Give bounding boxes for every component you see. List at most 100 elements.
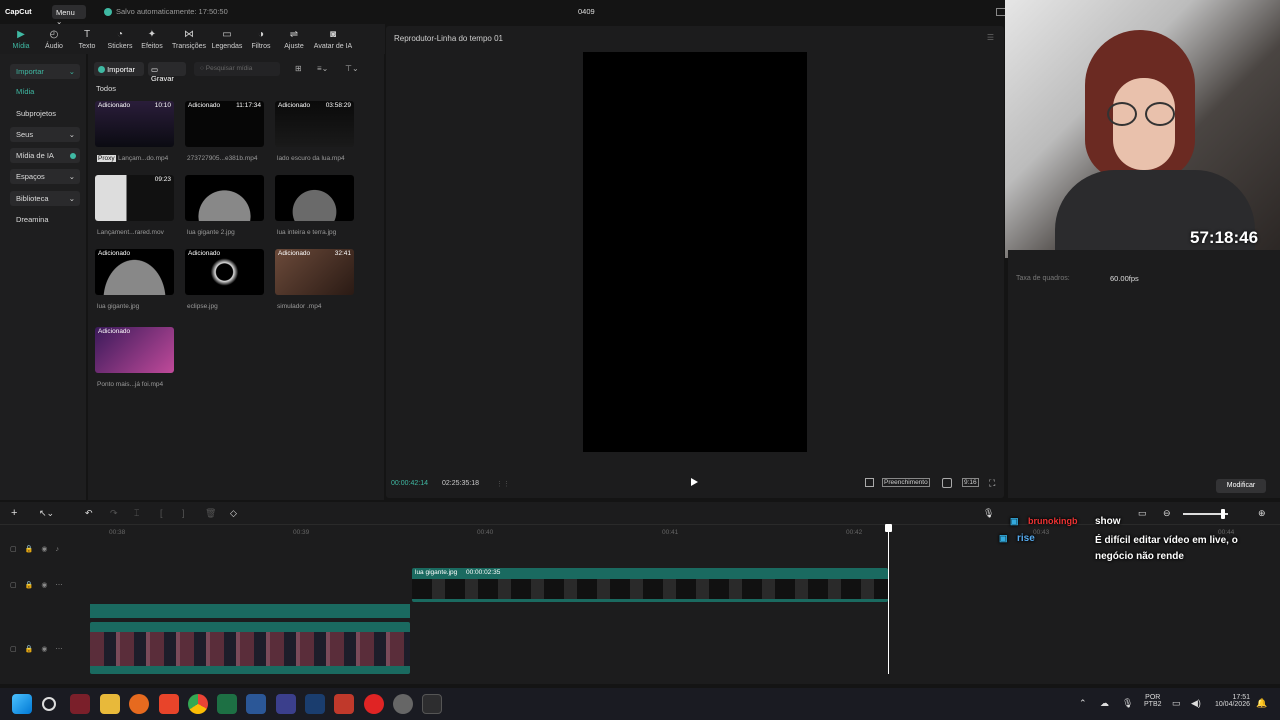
- media-thumbnail[interactable]: Adicionado 03:58:29: [275, 101, 354, 147]
- project-name[interactable]: 0409: [578, 7, 595, 16]
- record-button[interactable]: ▭ Gravar: [148, 62, 186, 83]
- chrome-icon[interactable]: [188, 694, 208, 714]
- play-icon[interactable]: [691, 478, 698, 486]
- toolbar-avatar-button[interactable]: ◙ Avatar de IA: [311, 24, 355, 54]
- tray-chevron-icon[interactable]: ⌃: [1079, 698, 1087, 709]
- filter-icon[interactable]: ⊤⌄: [345, 64, 359, 73]
- menu-icon[interactable]: ☰: [987, 33, 994, 42]
- split-right-icon[interactable]: ]: [182, 508, 185, 518]
- split-left-icon[interactable]: [: [160, 508, 163, 518]
- record-label: Gravar: [151, 74, 174, 83]
- properties-panel: Taxa de quadros: 60.00fps Modificar: [1008, 250, 1280, 498]
- clock-date: 10/04/2026: [1214, 701, 1250, 708]
- sidebar-item-0[interactable]: Importar ⌄: [10, 64, 80, 79]
- microphone-icon[interactable]: 🎙: [983, 508, 994, 519]
- firefox-icon[interactable]: [129, 694, 149, 714]
- chat-message-2: É difícil editar vídeo em live, o negóci…: [1095, 535, 1238, 562]
- select-tool-icon[interactable]: ↖⌄: [39, 508, 54, 519]
- zoom-out-icon[interactable]: ⊖: [1163, 508, 1171, 519]
- undo-icon[interactable]: ↶: [85, 508, 93, 519]
- clock[interactable]: 17:51 10/04/2026: [1210, 694, 1250, 708]
- playhead[interactable]: [888, 528, 889, 674]
- sidebar-item-3[interactable]: Seus ⌄: [10, 127, 80, 142]
- timeline-panel: + ↖⌄ ↶ ↷ ⌶ [ ] 🗑 ◇ 🎙 ▭ ⊖ ⊕ ▢🔒◉♪ ▢🔒◉⋯ ▢🔒◉…: [0, 502, 1280, 684]
- chat-user-2: rise: [1017, 533, 1035, 544]
- delete-icon[interactable]: 🗑: [205, 508, 216, 519]
- excel-icon[interactable]: [217, 694, 237, 714]
- media-search-input[interactable]: ○ Pesquisar mídia: [194, 62, 280, 76]
- volume-icon[interactable]: ◀): [1191, 698, 1201, 709]
- media-thumbnail[interactable]: Adicionado 32:41: [275, 249, 354, 295]
- windows-start-icon[interactable]: [12, 694, 32, 714]
- mic-tray-icon[interactable]: 🎙: [1122, 698, 1133, 709]
- app-icon-5[interactable]: [364, 694, 384, 714]
- network-icon[interactable]: ▭: [1172, 698, 1181, 709]
- grid-view-icon[interactable]: ⊞: [295, 64, 302, 73]
- timeline-clip-main[interactable]: [90, 622, 410, 674]
- timeline-clip-image[interactable]: lua gigante.jpg 00:00:02:35: [412, 568, 888, 602]
- media-thumbnail[interactable]: [185, 175, 264, 221]
- language-code: POR: [1145, 694, 1161, 701]
- sidebar-item-2[interactable]: Subprojetos: [10, 106, 80, 121]
- capcut-taskbar-icon[interactable]: [422, 694, 442, 714]
- marker-icon[interactable]: ◇: [230, 508, 237, 519]
- input-language[interactable]: POR PTB2: [1144, 694, 1162, 708]
- camera-icon: ▭: [151, 65, 159, 74]
- notification-bell-icon[interactable]: 🔔: [1256, 698, 1267, 709]
- sidebar-item-1[interactable]: Mídia: [10, 84, 80, 99]
- track-header-1: ▢🔒◉♪: [10, 546, 67, 553]
- playhead-handle[interactable]: [885, 524, 892, 532]
- media-thumbnail[interactable]: Adicionado 11:17:34: [185, 101, 264, 147]
- redo-icon[interactable]: ↷: [110, 508, 118, 519]
- media-filename: Lançam...do.mp4: [118, 155, 169, 162]
- app-icon-3[interactable]: [305, 694, 325, 714]
- media-status: Adicionado: [278, 102, 311, 109]
- zoom-in-icon[interactable]: ⊕: [1258, 508, 1266, 519]
- video-canvas[interactable]: [583, 52, 807, 452]
- media-thumbnail[interactable]: Adicionado: [95, 249, 174, 295]
- sidebar-item-6[interactable]: Biblioteca ⌄: [10, 191, 80, 206]
- media-thumbnail[interactable]: Adicionado: [95, 327, 174, 373]
- file-explorer-icon[interactable]: [100, 694, 120, 714]
- timecode-toggle-icon[interactable]: ⋮⋮: [496, 480, 510, 488]
- sort-icon[interactable]: ≡⌄: [317, 64, 328, 73]
- modify-button[interactable]: Modificar: [1216, 479, 1266, 493]
- search-icon[interactable]: [42, 697, 56, 711]
- preview-icon[interactable]: ▭: [1138, 508, 1147, 519]
- media-duration: 09:23: [154, 176, 171, 183]
- media-status: Adicionado: [98, 328, 131, 335]
- app-icon-4[interactable]: [334, 694, 354, 714]
- media-thumbnail[interactable]: [275, 175, 354, 221]
- timeline-clip-audio[interactable]: [90, 604, 410, 618]
- cloud-icon[interactable]: ☁: [1100, 698, 1109, 709]
- crop-icon[interactable]: [865, 478, 874, 487]
- add-track-icon[interactable]: +: [11, 507, 17, 519]
- import-button[interactable]: Importar: [94, 62, 144, 76]
- toolbar-label: Avatar de IA: [313, 42, 353, 50]
- split-icon[interactable]: ⌶: [134, 508, 139, 519]
- obs-icon[interactable]: [393, 694, 413, 714]
- menu-button[interactable]: Menu ⌄: [52, 5, 86, 26]
- focus-icon[interactable]: [942, 478, 952, 488]
- aspect-ratio-button[interactable]: 9:16: [962, 478, 979, 487]
- word-icon[interactable]: [246, 694, 266, 714]
- sidebar-item-5[interactable]: Espaços ⌄: [10, 169, 80, 184]
- media-filename: lua inteira e terra.jpg: [277, 229, 337, 236]
- track-header-2: ▢🔒◉⋯: [10, 582, 71, 589]
- section-label: Todos: [96, 84, 117, 93]
- toolbar-label: Legendas: [211, 42, 243, 50]
- app-icon-1[interactable]: [70, 694, 90, 714]
- sidebar-item-4[interactable]: Mídia de IA: [10, 148, 80, 163]
- media-filename: simulador .mp4: [277, 303, 322, 310]
- sidebar-item-7[interactable]: Dreamina: [10, 212, 80, 227]
- autosave-status: Salvo automaticamente: 17:50:50: [116, 7, 228, 16]
- fill-mode-button[interactable]: Preenchimento: [882, 478, 930, 487]
- media-thumbnail[interactable]: Adicionado: [185, 249, 264, 295]
- zoom-slider-handle[interactable]: [1221, 509, 1225, 519]
- toolbar-adjust-button[interactable]: ⇌ Ajuste: [272, 24, 316, 54]
- media-thumbnail[interactable]: 09:23: [95, 175, 174, 221]
- brave-icon[interactable]: [159, 694, 179, 714]
- media-thumbnail[interactable]: Adicionado 10:10: [95, 101, 174, 147]
- fullscreen-icon[interactable]: ⛶: [989, 478, 995, 489]
- app-icon-2[interactable]: [276, 694, 296, 714]
